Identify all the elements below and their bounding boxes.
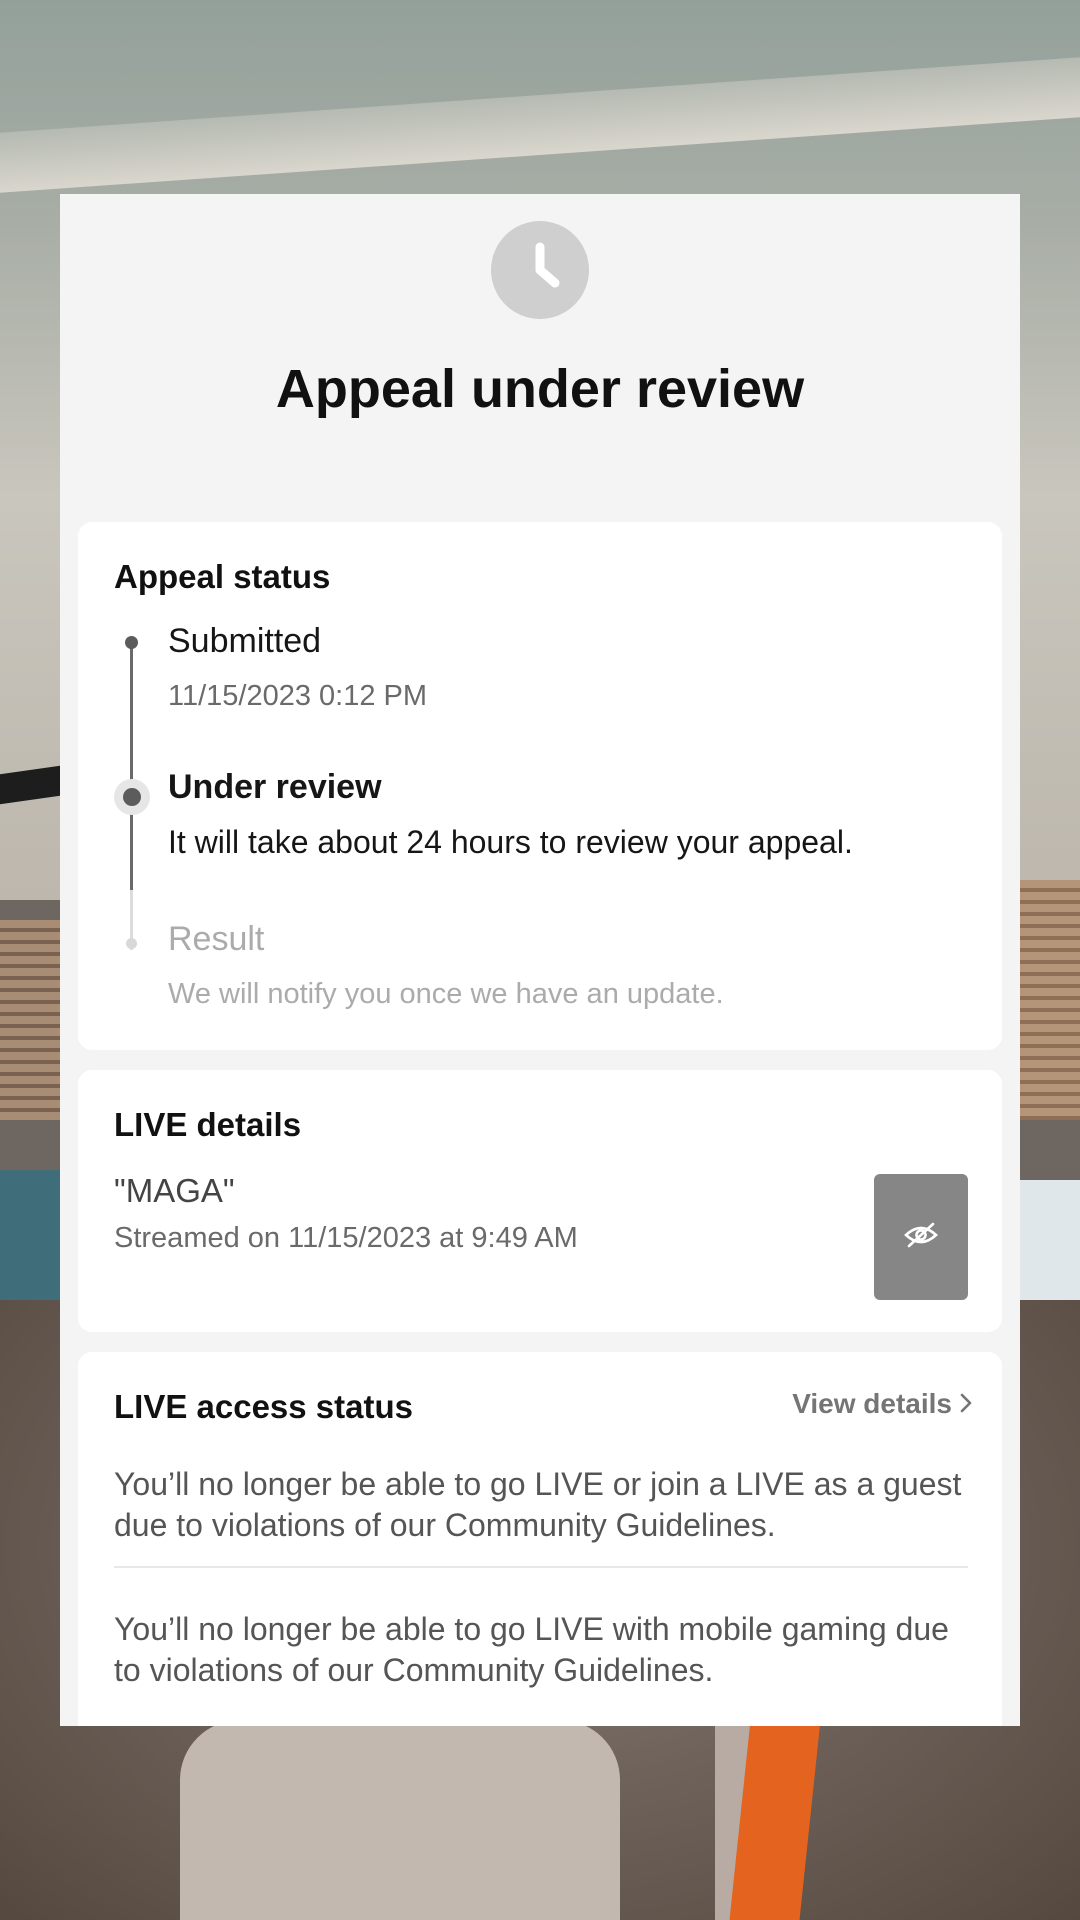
live-details-card: LIVE details "MAGA" Streamed on 11/15/20… bbox=[78, 1070, 1002, 1332]
divider bbox=[114, 1566, 968, 1568]
stream-name: "MAGA" bbox=[114, 1172, 235, 1209]
view-details-label: View details bbox=[792, 1388, 952, 1419]
appeal-status-card: Appeal status Submitted 11/15/2023 0:12 … bbox=[78, 522, 1002, 1050]
step-under-review-detail: It will take about 24 hours to review yo… bbox=[168, 824, 853, 860]
page-title: Appeal under review bbox=[275, 359, 805, 419]
step-submitted-label: Submitted bbox=[168, 622, 322, 660]
appeal-status-title: Appeal status bbox=[114, 558, 331, 595]
step-result-label: Result bbox=[168, 920, 265, 958]
access-message-live-guest: You’ll no longer be able to go LIVE or j… bbox=[114, 1466, 962, 1543]
stream-thumbnail[interactable] bbox=[874, 1174, 968, 1300]
timeline-dot-submitted bbox=[125, 636, 138, 649]
live-details-title: LIVE details bbox=[114, 1106, 302, 1143]
window-blinds-right bbox=[1020, 880, 1080, 1120]
step-submitted-date: 11/15/2023 0:12 PM bbox=[168, 680, 428, 712]
step-under-review-label: Under review bbox=[168, 768, 382, 806]
live-access-title: LIVE access status bbox=[114, 1388, 413, 1425]
stream-date: Streamed on 11/15/2023 at 9:49 AM bbox=[114, 1222, 578, 1254]
clock-icon bbox=[491, 221, 589, 319]
window-blinds-left bbox=[0, 920, 60, 1120]
appeal-panel: Appeal under review Appeal status Submit… bbox=[60, 194, 1020, 1726]
eye-off-icon bbox=[904, 1222, 938, 1253]
live-access-card: LIVE access status View details You’ll n… bbox=[78, 1352, 1002, 1726]
step-result-detail: We will notify you once we have an updat… bbox=[168, 978, 724, 1010]
access-message-mobile-gaming: You’ll no longer be able to go LIVE with… bbox=[114, 1611, 949, 1688]
timeline-dot-result bbox=[126, 938, 137, 949]
timeline-line-active bbox=[130, 640, 133, 890]
shirt bbox=[180, 1720, 620, 1920]
timeline-dot-under-review bbox=[123, 788, 141, 806]
view-details-link[interactable]: View details bbox=[792, 1388, 972, 1420]
chevron-right-icon bbox=[960, 1388, 972, 1420]
